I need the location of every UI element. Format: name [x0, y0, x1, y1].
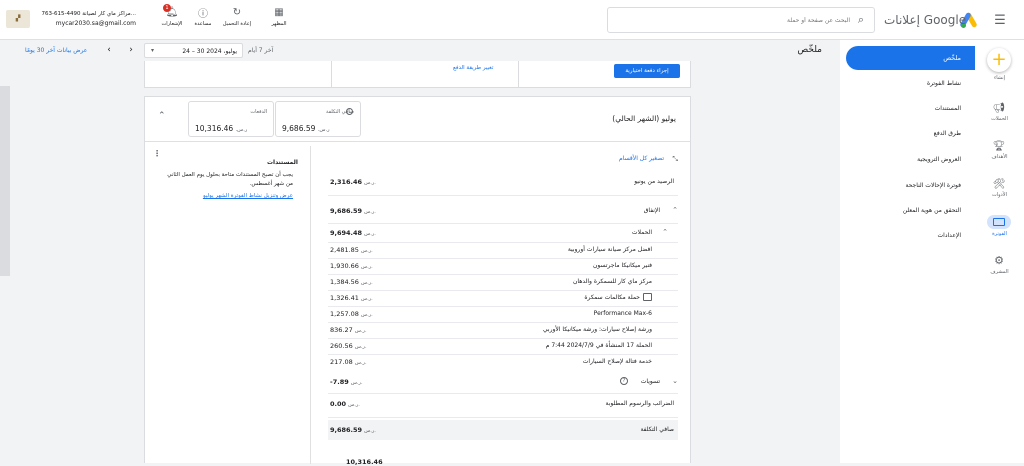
net-cost-row-label: صافي التكلفة [640, 426, 674, 433]
campaign-row: افضل مركز صيانة سيارات أوروبية 2,481.85 ر… [330, 246, 652, 254]
top-bar: ☰ إعلانات Google ⌕ ▦ المظهر ↻ إعادة التح… [0, 0, 1024, 40]
date-range-picker[interactable]: 24 – 30 يوليو، 2024 ▾ [144, 43, 243, 58]
search-box[interactable]: ⌕ [607, 7, 875, 33]
next-period-icon[interactable]: › [126, 45, 136, 55]
account-switcher[interactable]: 763-615-4490 مراكز ماي كار لصيانة... myc… [36, 9, 136, 31]
payments-tile: الدفعات ر.س. 10,316.46 [188, 101, 274, 137]
spend-row[interactable]: ⌃ الإنفاق 9,686.59 ر.س. [328, 203, 678, 219]
campaign-row: ورشة إصلاح سيارات: ورشة ميكانيكا الأوربي… [330, 326, 652, 334]
campaign-row: خدمة فتالة لإصلاح السيارات 217.08 ر.س. [330, 358, 652, 366]
brand-title: إعلانات Google [884, 13, 967, 27]
refresh-icon: ↻ [232, 6, 242, 18]
adjustments-row[interactable]: ⌄ تسويات ? -7.89 ر.س. [328, 374, 678, 390]
nav-item-referral-billing[interactable]: فوترة الإحالات الناجحة [905, 182, 961, 189]
nav-item-promotions[interactable]: العروض الترويجية [917, 156, 961, 163]
nav-item-billing-activity[interactable]: نشاط الفوترة [927, 80, 961, 87]
nav-item-settings[interactable]: الإعدادات [938, 232, 961, 239]
help-label: مساعدة [194, 21, 212, 27]
more-options-icon[interactable]: ⋮ [153, 149, 161, 158]
payments-label: الدفعات [250, 109, 267, 115]
sidenav-label-create: إنشاء [993, 75, 1006, 81]
previous-period-icon[interactable]: ‹ [104, 45, 114, 55]
appearance-label: المظهر [271, 21, 287, 27]
month-summary-card: يوليو (الشهر الحالي) صافي التكلفة i ر.س.… [144, 96, 691, 466]
tools-icon[interactable]: 🛠︎ [992, 178, 1006, 190]
nav-label-summary: ملخّص [943, 54, 961, 62]
account-status-card: إجراء دفعة اختيارية تغيير طريقة الدفع [144, 61, 691, 88]
appearance-button[interactable]: ▦ المظهر [266, 4, 292, 34]
search-icon: ⌕ [857, 13, 865, 26]
starting-balance-row: الرصيد من يونيو 2,316.46 ر.س. [330, 178, 674, 186]
refresh-button[interactable]: ↻ إعادة التحميل [222, 4, 252, 34]
documents-description: يجب أن تصبح المستندات متاحة بحلول يوم ال… [167, 172, 293, 187]
account-email: mycar2030.sa@gmail.com [55, 20, 136, 27]
page-title: ملخّص [797, 45, 822, 55]
scrollbar-track[interactable] [0, 86, 10, 276]
billing-nav-active[interactable] [987, 215, 1011, 229]
cost-breakdown: ⤡ تصغير كل الأقسام الرصيد من يونيو 2,316… [328, 149, 678, 466]
chevron-up-icon: ⌃ [672, 206, 678, 214]
compare-period-link[interactable]: عرض بيانات آخر 30 يومًا [25, 47, 87, 54]
search-input[interactable] [614, 13, 850, 27]
sidenav-label-tools[interactable]: الأدوات [975, 192, 1024, 198]
date-range-text: 24 – 30 يوليو، 2024 [182, 47, 237, 55]
call-campaign-icon [643, 293, 652, 301]
plus-icon[interactable]: + [987, 48, 1011, 72]
collapse-all-link[interactable]: تصغير كل الأقسام [619, 155, 664, 162]
documents-download-link[interactable]: عرض وتنزيل نشاط الفوترة الشهر يوليو [160, 193, 293, 199]
make-payment-button[interactable]: إجراء دفعة اختيارية [614, 64, 680, 78]
campaigns-icon[interactable]: 📢︎ [992, 102, 1006, 114]
notifications-label: الإشعارات [161, 21, 183, 27]
campaigns-row[interactable]: ⌃ الحملات 9,694.48 ر.س. [328, 225, 678, 241]
sidenav-label-campaigns[interactable]: الحملات [975, 116, 1024, 122]
help-button[interactable]: ⓘ مساعدة [190, 4, 216, 34]
admin-icon[interactable]: ⚙ [992, 254, 1006, 267]
billing-nav: ملخّص نشاط الفوترة المستندات طرق الدفع ا… [840, 40, 975, 463]
campaign-row: حملة مكالمات سمكرة 1,326.41 ر.س. [328, 290, 678, 306]
help-icon[interactable]: ? [620, 377, 628, 385]
dropdown-arrow-icon: ▾ [151, 47, 155, 54]
date-preset: آخر 7 أيام [248, 47, 274, 54]
info-icon[interactable]: i [346, 108, 353, 115]
refresh-label: إعادة التحميل [222, 21, 252, 27]
campaign-row: الحملة 17 المنشأة في 2024/7/9 7:44 م 260.… [330, 342, 652, 350]
notification-badge: 1 [163, 4, 171, 12]
sidenav-label-billing[interactable]: الفوترة [975, 231, 1024, 237]
collapse-month-icon[interactable]: ⌃ [158, 111, 166, 121]
net-cost-tile: صافي التكلفة i ر.س. 9,686.59 [275, 101, 361, 137]
payments-row-value: 10,316.46 [346, 458, 383, 466]
account-logo-icon: ▞ [6, 10, 30, 28]
nav-item-documents[interactable]: المستندات [935, 105, 961, 112]
collapse-all-icon[interactable]: ⤡ [672, 155, 678, 164]
payments-value: ر.س. 10,316.46 [195, 124, 248, 133]
sidenav-label-goals[interactable]: الأهداف [975, 154, 1024, 160]
taxes-row: الضرائب والرسوم المطلوبة 0.00 ر.س. [330, 400, 674, 408]
appearance-icon: ▦ [274, 6, 284, 18]
net-cost-row: صافي التكلفة 9,686.59 ر.س. [328, 420, 678, 440]
notifications-button[interactable]: 🔔︎ 1 الإشعارات [158, 4, 186, 34]
net-cost-row-value: 9,686.59 ر.س. [330, 426, 376, 434]
sidenav-label-admin[interactable]: المشرف [975, 269, 1024, 275]
billing-icon [993, 218, 1005, 226]
chevron-up-icon: ⌃ [662, 228, 668, 236]
month-title: يوليو (الشهر الحالي) [612, 114, 676, 123]
menu-icon[interactable]: ☰ [992, 12, 1008, 28]
campaign-row: Performance Max-6 1,257.08 ر.س. [330, 310, 652, 318]
nav-item-payment-methods[interactable]: طرق الدفع [934, 130, 961, 137]
campaign-row: مركز ماي كار للسمكرة والدهان 1,384.56 ر.س… [330, 278, 652, 286]
documents-title: المستندات [267, 159, 298, 166]
help-icon: ⓘ [198, 8, 208, 20]
nav-item-summary[interactable]: ملخّص [846, 46, 975, 70]
chevron-down-icon: ⌄ [672, 377, 678, 385]
nav-item-advertiser-verification[interactable]: التحقق من هوية المعلن [903, 207, 961, 214]
change-payment-method-link[interactable]: تغيير طريقة الدفع [453, 65, 493, 71]
account-name: 763-615-4490 مراكز ماي كار لصيانة... [41, 11, 136, 17]
side-nav: + إنشاء 📢︎ الحملات 🏆︎ الأهداف 🛠︎ الأدوات… [975, 40, 1024, 463]
net-cost-value: ر.س. 9,686.59 [282, 124, 330, 133]
trophy-icon[interactable]: 🏆︎ [992, 140, 1006, 152]
campaign-row: فنير ميكانيكا ماجرتسون 1,930.66 ر.س. [330, 262, 652, 270]
